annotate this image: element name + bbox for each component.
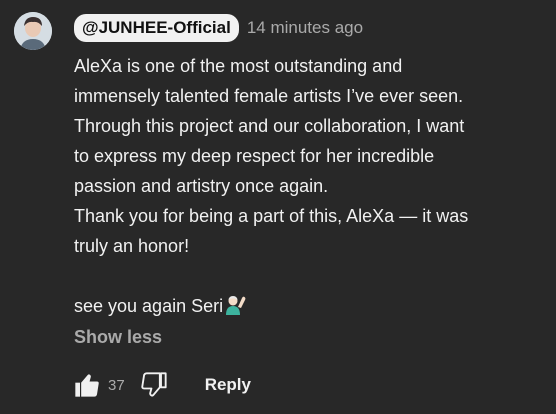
comment-line: AleXa is one of the most outstanding and xyxy=(74,56,403,76)
comment-line: passion and artistry once again. xyxy=(74,176,329,196)
author-handle[interactable]: @JUNHEE-Official xyxy=(74,14,239,42)
show-less-button[interactable]: Show less xyxy=(74,327,162,348)
comment-text: AleXa is one of the most outstanding and… xyxy=(74,51,546,321)
comment-line: truly an honor! xyxy=(74,236,190,256)
reply-button[interactable]: Reply xyxy=(205,375,251,395)
like-count: 37 xyxy=(108,376,125,394)
comment-timestamp[interactable]: 14 minutes ago xyxy=(247,17,363,39)
comment-signoff: see you again Seri xyxy=(74,296,224,316)
comment-line: immensely talented female artists I’ve e… xyxy=(74,86,464,106)
comment-line: Thank you for being a part of this, AleX… xyxy=(74,206,469,226)
comment-actions: 37 Reply xyxy=(70,368,251,402)
comment-header: @JUNHEE-Official 14 minutes ago xyxy=(74,14,363,42)
thumbs-up-icon[interactable] xyxy=(70,368,104,402)
thumbs-down-icon[interactable] xyxy=(137,368,171,402)
avatar[interactable] xyxy=(14,12,52,50)
comment-line: Through this project and our collaborati… xyxy=(74,116,465,136)
comment-signoff-line: see you again Seri xyxy=(74,291,546,321)
comment-line: to express my deep respect for her incre… xyxy=(74,146,435,166)
person-raising-hand-emoji xyxy=(225,294,247,315)
